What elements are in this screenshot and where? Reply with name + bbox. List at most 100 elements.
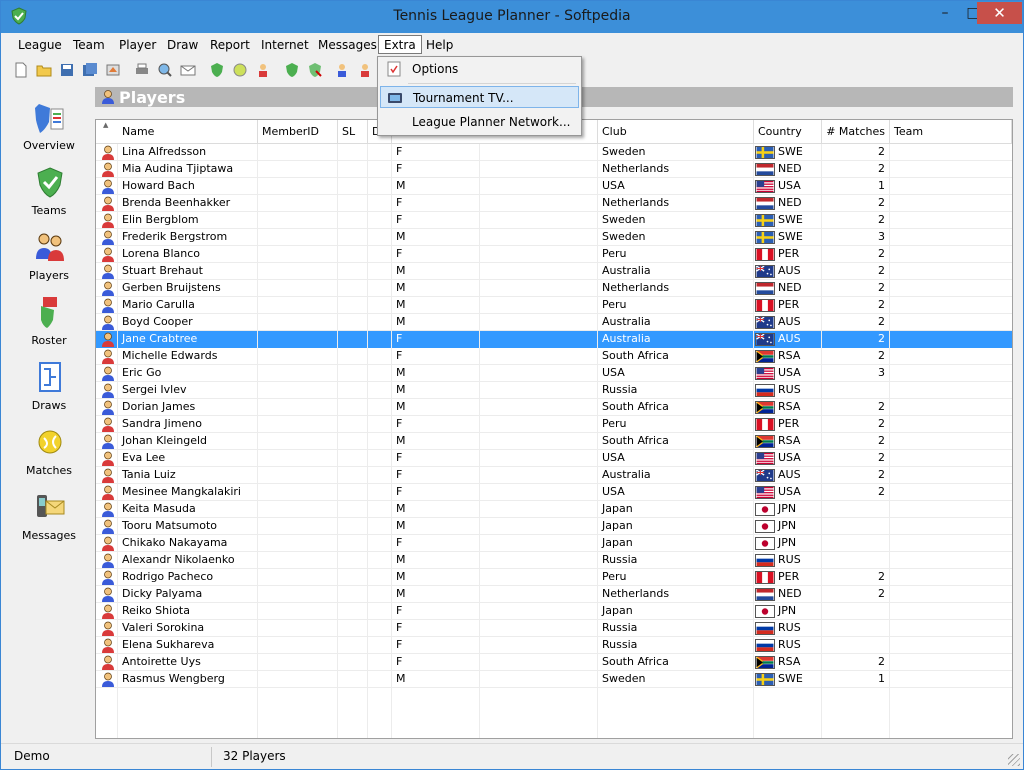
cell-club: South Africa [598, 654, 754, 670]
menu-item-options[interactable]: Options [380, 58, 579, 80]
ball-icon[interactable] [232, 62, 248, 78]
add-player-icon[interactable] [334, 62, 350, 78]
cell-sex: M [392, 518, 480, 534]
options-label: Options [412, 62, 459, 76]
column-header--matches[interactable]: # Matches [822, 120, 890, 144]
table-row[interactable]: Elin Bergblom F Sweden SWE 2 [96, 212, 1012, 229]
print-icon[interactable] [134, 62, 150, 78]
nav-players[interactable]: Players [5, 229, 93, 291]
table-row[interactable]: Dorian James M South Africa RSA 2 [96, 399, 1012, 416]
minimize-button[interactable]: – [931, 2, 959, 24]
menu-extra[interactable]: Extra [378, 35, 422, 54]
nav-overview[interactable]: Overview [5, 99, 93, 161]
table-row[interactable]: Michelle Edwards F South Africa RSA 2 [96, 348, 1012, 365]
table-row[interactable]: Frederik Bergstrom M Sweden SWE 3 [96, 229, 1012, 246]
menu-item-network[interactable]: League Planner Network... [380, 111, 579, 133]
menu-league[interactable]: League [13, 36, 67, 55]
table-row[interactable]: Alexandr Nikolaenko M Russia RUS [96, 552, 1012, 569]
email-icon[interactable] [180, 62, 196, 78]
table-row[interactable]: Lorena Blanco F Peru PER 2 [96, 246, 1012, 263]
cell-d [368, 144, 392, 160]
cell-d [368, 314, 392, 330]
remove-team-icon[interactable] [307, 62, 323, 78]
menu-internet[interactable]: Internet [256, 36, 314, 55]
resize-grip-icon[interactable] [1008, 754, 1020, 766]
new-file-icon[interactable] [13, 62, 29, 78]
column-header-team[interactable]: Team [890, 120, 1012, 144]
table-row[interactable]: Lina Alfredsson F Sweden SWE 2 [96, 144, 1012, 161]
menu-report[interactable]: Report [205, 36, 255, 55]
table-row[interactable]: Reiko Shiota F Japan JPN [96, 603, 1012, 620]
menu-item-tournament-tv[interactable]: Tournament TV... [380, 86, 579, 108]
print-preview-icon[interactable] [157, 62, 173, 78]
table-row[interactable]: Sandra Jimeno F Peru PER 2 [96, 416, 1012, 433]
menu-player[interactable]: Player [114, 36, 161, 55]
table-row[interactable]: Rodrigo Pacheco M Peru PER 2 [96, 569, 1012, 586]
player-icon[interactable] [255, 62, 271, 78]
cell-blank [480, 348, 598, 364]
nav-matches[interactable]: Matches [5, 424, 93, 486]
flag-icon [755, 197, 775, 210]
save-all-icon[interactable] [82, 62, 98, 78]
player-avatar-icon [102, 196, 114, 211]
table-row[interactable]: Stuart Brehaut M Australia AUS 2 [96, 263, 1012, 280]
table-row[interactable]: Boyd Cooper M Australia AUS 2 [96, 314, 1012, 331]
nav-roster[interactable]: Roster [5, 294, 93, 356]
menu-separator [408, 83, 576, 84]
table-row[interactable]: Brenda Beenhakker F Netherlands NED 2 [96, 195, 1012, 212]
table-row[interactable]: Mesinee Mangkalakiri F USA USA 2 [96, 484, 1012, 501]
menu-team[interactable]: Team [68, 36, 110, 55]
column-header-country[interactable]: Country [754, 120, 822, 144]
table-row[interactable]: Tania Luiz F Australia AUS 2 [96, 467, 1012, 484]
country-code: RSA [778, 434, 801, 447]
remove-player-icon[interactable] [357, 62, 373, 78]
edit-team-icon[interactable] [209, 62, 225, 78]
table-row[interactable]: Valeri Sorokina F Russia RUS [96, 620, 1012, 637]
table-row[interactable]: Mario Carulla M Peru PER 2 [96, 297, 1012, 314]
table-row[interactable]: Keita Masuda M Japan JPN [96, 501, 1012, 518]
open-folder-icon[interactable] [36, 62, 52, 78]
table-row[interactable]: Mia Audina Tjiptawa F Netherlands NED 2 [96, 161, 1012, 178]
flag-icon [755, 469, 775, 482]
table-row[interactable]: Rasmus Wengberg M Sweden SWE 1 [96, 671, 1012, 688]
table-row[interactable]: Johan Kleingeld M South Africa RSA 2 [96, 433, 1012, 450]
table-row[interactable]: Eva Lee F USA USA 2 [96, 450, 1012, 467]
cell-name: Tania Luiz [118, 467, 258, 483]
add-team-icon[interactable] [284, 62, 300, 78]
table-row[interactable]: Chikako Nakayama F Japan JPN [96, 535, 1012, 552]
cell-member-id [258, 654, 338, 670]
column-header-club[interactable]: Club [598, 120, 754, 144]
nav-messages[interactable]: Messages [5, 489, 93, 551]
properties-icon[interactable] [105, 62, 121, 78]
cell-team [890, 535, 1012, 551]
player-icon-cell [96, 178, 118, 194]
save-icon[interactable] [59, 62, 75, 78]
table-row[interactable]: Jane Crabtree F Australia AUS 2 [96, 331, 1012, 348]
cell-sl [338, 212, 368, 228]
table-row[interactable]: Tooru Matsumoto M Japan JPN [96, 518, 1012, 535]
cell-name: Lorena Blanco [118, 246, 258, 262]
column-header-memberid[interactable]: MemberID [258, 120, 338, 144]
menu-messages[interactable]: Messages [313, 36, 382, 55]
menu-draw[interactable]: Draw [162, 36, 203, 55]
nav-draws[interactable]: Draws [5, 359, 93, 421]
table-row[interactable]: Eric Go M USA USA 3 [96, 365, 1012, 382]
flag-icon [755, 316, 775, 329]
title-bar[interactable]: Tennis League Planner - Softpedia – □ ✕ [1, 1, 1023, 33]
table-row[interactable]: Elena Sukhareva F Russia RUS [96, 637, 1012, 654]
close-button[interactable]: ✕ [977, 2, 1022, 24]
table-row[interactable]: Antoirette Uys F South Africa RSA 2 [96, 654, 1012, 671]
table-row[interactable]: Howard Bach M USA USA 1 [96, 178, 1012, 195]
cell-member-id [258, 382, 338, 398]
column-header-sl[interactable]: SL [338, 120, 368, 144]
cell-member-id [258, 518, 338, 534]
players-grid[interactable]: ▲ NameMemberIDSLDClubCountry# MatchesTea… [95, 119, 1013, 739]
menu-help[interactable]: Help [421, 36, 458, 55]
column-header-name[interactable]: Name [118, 120, 258, 144]
cell-club: Australia [598, 331, 754, 347]
table-row[interactable]: Sergei Ivlev M Russia RUS [96, 382, 1012, 399]
table-row[interactable]: Gerben Bruijstens M Netherlands NED 2 [96, 280, 1012, 297]
cell-name: Antoirette Uys [118, 654, 258, 670]
table-row[interactable]: Dicky Palyama M Netherlands NED 2 [96, 586, 1012, 603]
nav-teams[interactable]: Teams [5, 164, 93, 226]
